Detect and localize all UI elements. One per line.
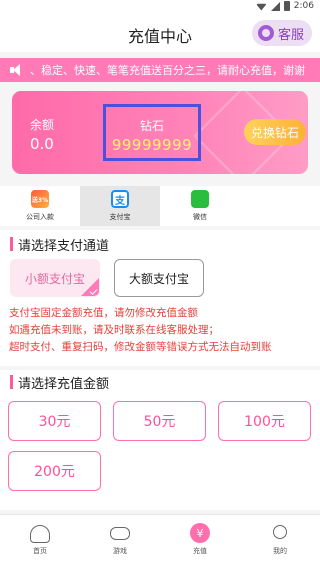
payment-method-tabs: 送3% 公司入款 支 支付宝 微信	[0, 186, 320, 226]
alipay-icon: 支	[111, 190, 129, 208]
battery-icon	[283, 1, 290, 11]
title-accent-bar	[10, 237, 13, 251]
wechat-icon	[191, 190, 209, 208]
company-icon: 送3%	[31, 190, 49, 208]
speaker-icon	[10, 64, 22, 76]
status-time: 2:06	[293, 1, 314, 11]
balance-card: 余额 0.0 钻石 99999999 兑换钻石	[12, 91, 308, 174]
payment-notice: 支付宝固定金额充值，请勿修改充值金额 如遇充值未到账，请及时联系在线客服处理； …	[9, 305, 314, 356]
tab-label: 支付宝	[109, 213, 131, 221]
amount-option-200[interactable]: 200元	[8, 451, 101, 491]
tab-label: 微信	[193, 213, 207, 221]
gamepad-icon	[110, 527, 130, 540]
notice-line: 如遇充值未到账，请及时联系在线客服处理；	[9, 324, 219, 336]
small-alipay-label: 小额支付宝	[24, 271, 85, 286]
home-icon	[30, 525, 50, 543]
balance-value: 0.0	[30, 135, 54, 153]
tab-home[interactable]: 首页	[0, 515, 80, 568]
diamond-label: 钻石	[139, 119, 164, 133]
recharge-icon: ¥	[190, 523, 210, 543]
amount-option-50[interactable]: 50元	[113, 401, 206, 441]
diamond-value: 99999999	[111, 136, 193, 154]
header: 充值中心 客服	[0, 14, 320, 52]
tab-wechat[interactable]: 微信	[160, 186, 240, 226]
tab-mine[interactable]: 我的	[240, 515, 320, 568]
announcement-marquee: 、稳定、快速、笔笔充值送百分之三，请耐心充值，谢谢	[0, 58, 320, 82]
tab-alipay[interactable]: 支 支付宝	[80, 186, 160, 226]
tab-label: 公司入款	[26, 213, 54, 221]
channel-title-text: 请选择支付通道	[18, 238, 110, 254]
large-alipay-button[interactable]: 大额支付宝	[114, 259, 204, 297]
bottom-tab-bar: 首页 游戏 ¥ 充值 我的	[0, 514, 320, 568]
status-bar: 2:06	[0, 0, 320, 14]
tab-game[interactable]: 游戏	[80, 515, 160, 568]
notice-line: 超时支付、重复扫码，修改金额等错误方式无法自动到账	[9, 341, 272, 353]
channel-section-title: 请选择支付通道	[10, 234, 109, 254]
amount-section-title: 请选择充值金额	[10, 372, 109, 392]
tab-game-label: 游戏	[113, 547, 127, 555]
announcement-text: 、稳定、快速、笔笔充值送百分之三，请耐心充值，谢谢	[30, 64, 305, 77]
headset-icon	[257, 25, 274, 41]
signal-icon	[270, 1, 280, 11]
large-alipay-label: 大额支付宝	[128, 271, 189, 286]
diamond-highlight-box: 钻石 99999999	[103, 104, 201, 161]
tab-company-deposit[interactable]: 送3% 公司入款	[0, 186, 80, 226]
balance-label: 余额	[30, 118, 55, 132]
notice-line: 支付宝固定金额充值，请勿修改充值金额	[9, 307, 198, 319]
tab-recharge-label: 充值	[193, 547, 207, 555]
customer-service-button[interactable]: 客服	[251, 20, 312, 46]
title-accent-bar	[10, 375, 13, 389]
amount-title-text: 请选择充值金额	[18, 376, 110, 392]
small-alipay-button[interactable]: 小额支付宝	[10, 259, 100, 297]
wifi-icon	[255, 3, 267, 11]
tab-home-label: 首页	[33, 547, 47, 555]
amount-option-30[interactable]: 30元	[8, 401, 101, 441]
amount-option-100[interactable]: 100元	[218, 401, 311, 441]
tab-mine-label: 我的	[273, 547, 287, 555]
customer-service-label: 客服	[277, 27, 304, 43]
exchange-diamond-button[interactable]: 兑换钻石	[244, 119, 306, 145]
tab-recharge[interactable]: ¥ 充值	[160, 515, 240, 568]
user-icon	[273, 525, 287, 539]
